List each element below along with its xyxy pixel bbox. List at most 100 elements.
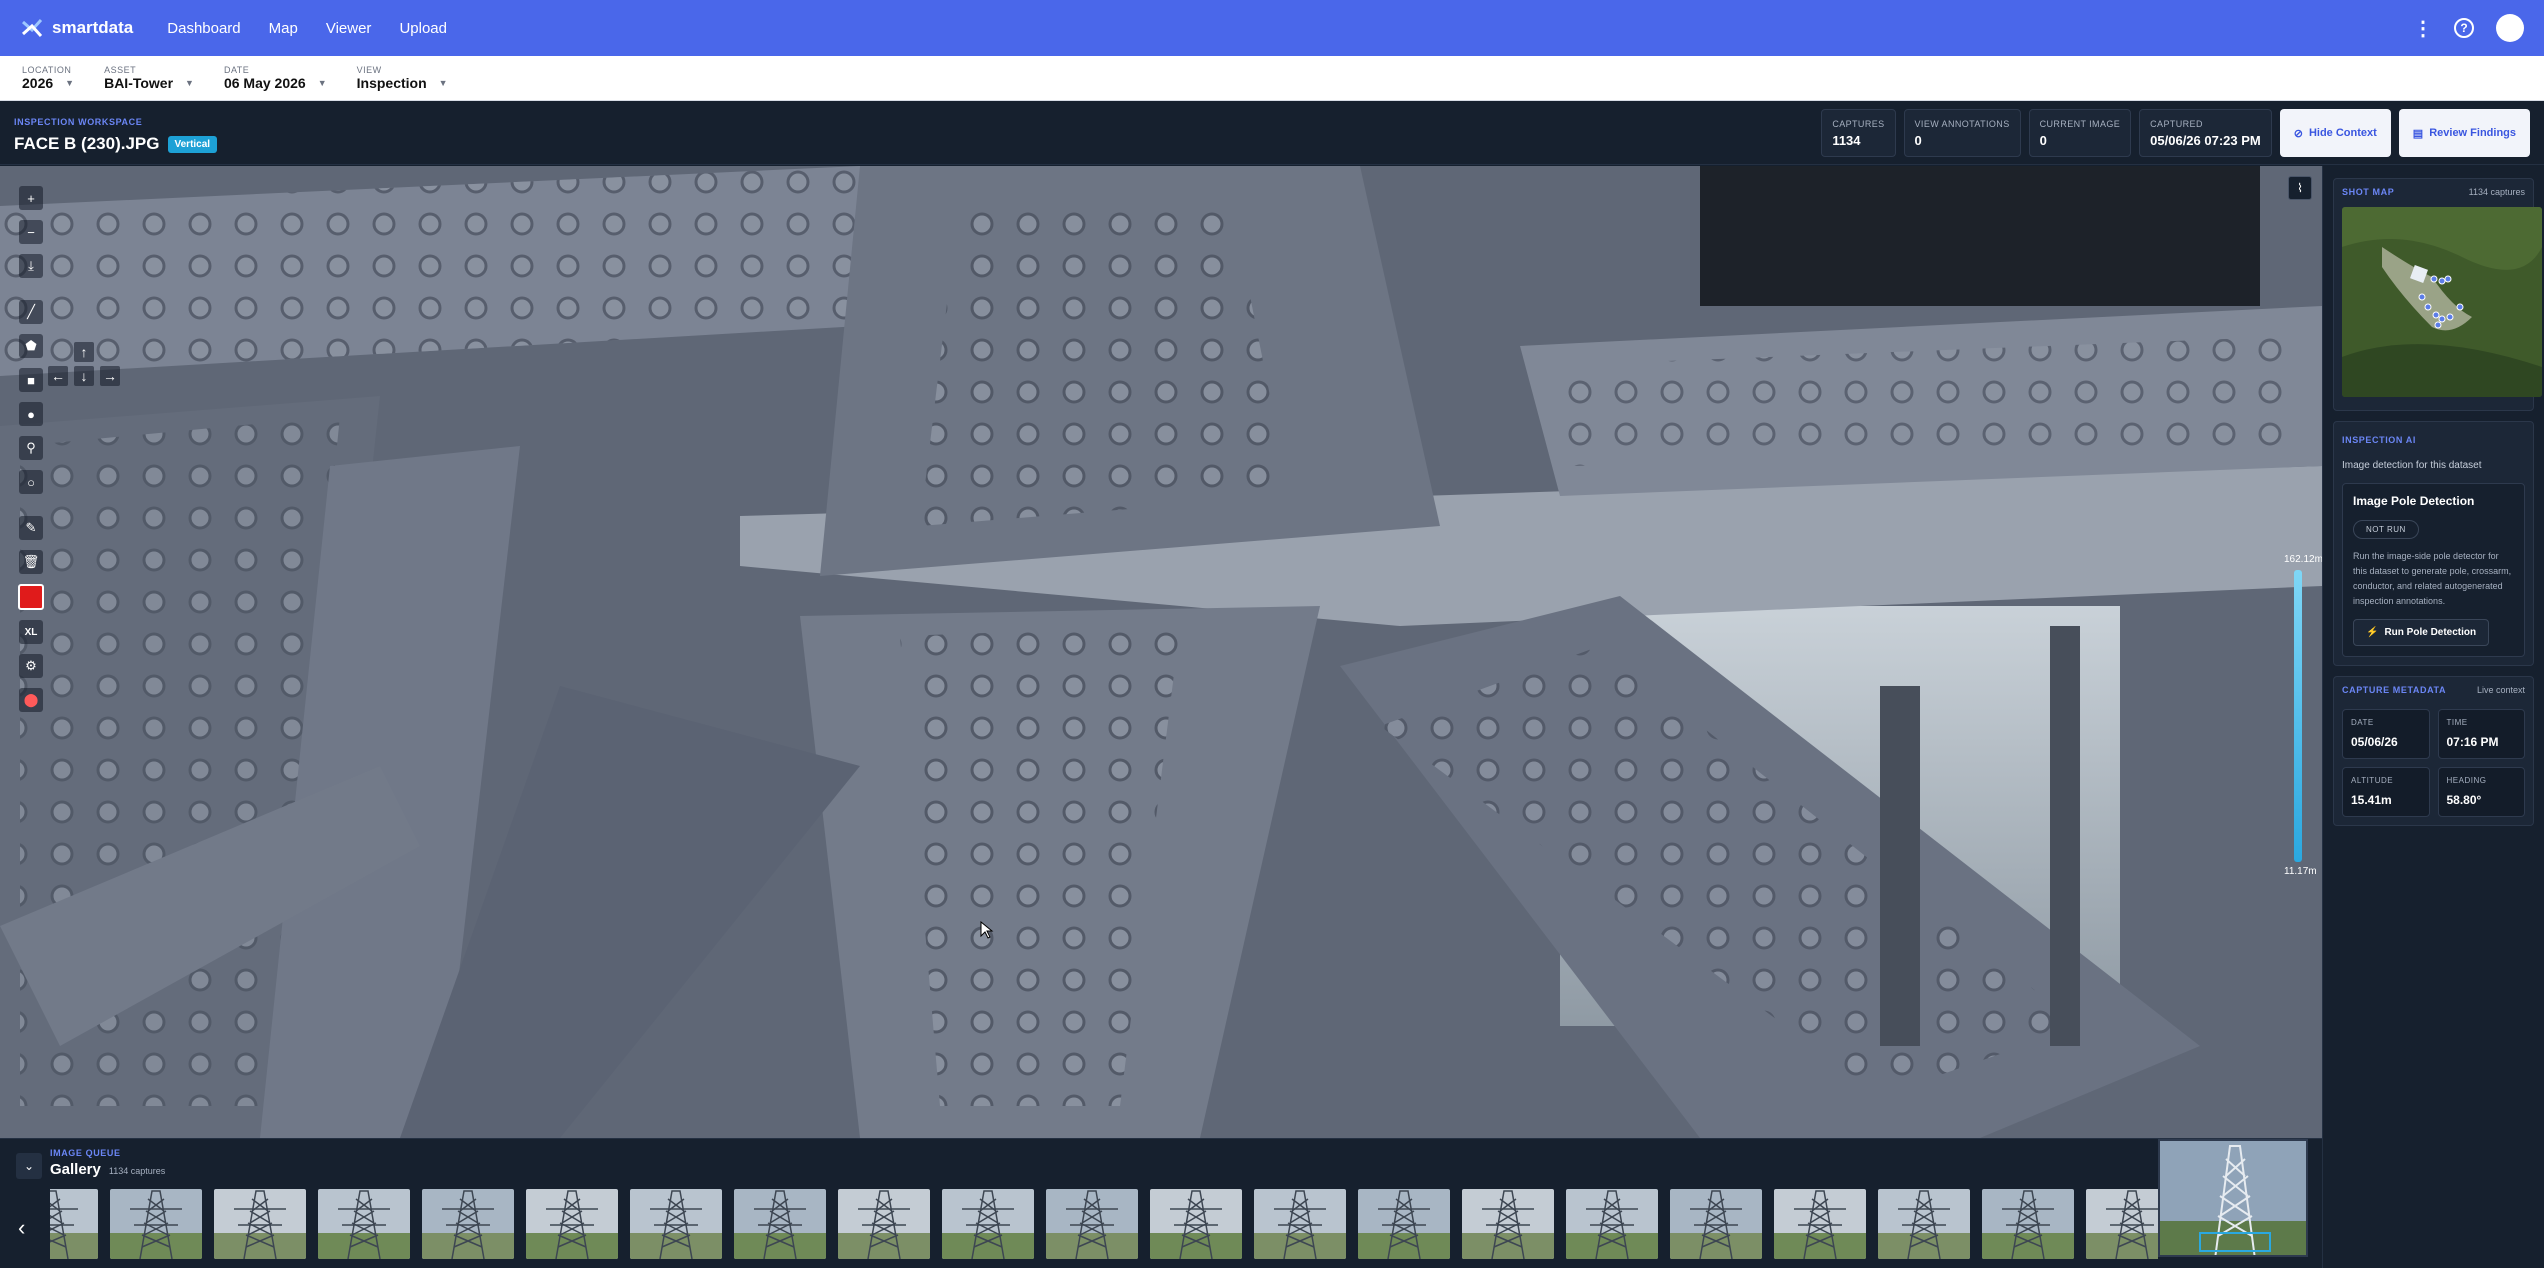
pan-right-icon[interactable]: → (100, 366, 120, 386)
tower-thumbnail (734, 1189, 826, 1259)
meta-value: 07:16 PM (2446, 735, 2499, 749)
rectangle-tool-icon[interactable]: ■ (19, 368, 43, 392)
pan-down-icon[interactable]: ↓ (74, 366, 94, 386)
point-tool-icon[interactable]: ● (19, 402, 43, 426)
gallery-thumbnail[interactable] (318, 1189, 410, 1259)
gallery-thumbnail[interactable] (1046, 1189, 1138, 1259)
workspace-header: INSPECTION WORKSPACE FACE B (230).JPG Ve… (0, 101, 2544, 165)
pan-controls: ↑ ← ↓ → (48, 342, 120, 390)
nav-viewer[interactable]: Viewer (326, 20, 372, 37)
view-filter[interactable]: VIEW Inspection ▼ (357, 65, 448, 91)
gallery-thumbnail[interactable] (1670, 1189, 1762, 1259)
gallery-thumbnail[interactable] (422, 1189, 514, 1259)
gallery-thumbnail[interactable] (1878, 1189, 1970, 1259)
stat-label: CAPTURED (2150, 118, 2203, 129)
gallery-title-text: Gallery (50, 1161, 101, 1178)
gallery-thumbnail[interactable] (1982, 1189, 2074, 1259)
gallery-thumbnail[interactable] (526, 1189, 618, 1259)
inspection-ai-title: INSPECTION AI (2342, 435, 2416, 445)
brand-name: smartdata (52, 18, 134, 37)
gallery-thumbnail[interactable] (734, 1189, 826, 1259)
chevron-down-icon: ▼ (438, 78, 448, 88)
capture-metadata-title: CAPTURE METADATA (2342, 685, 2447, 695)
date-filter[interactable]: DATE 06 May 2026 ▼ (224, 65, 327, 91)
meta-date: DATE 05/06/26 (2342, 709, 2430, 759)
image-filename: FACE B (230).JPG (14, 134, 160, 153)
nav-dashboard[interactable]: Dashboard (167, 20, 240, 37)
gallery-thumbnail[interactable] (1358, 1189, 1450, 1259)
gallery-thumbnail[interactable] (2086, 1189, 2158, 1259)
collapse-gallery-icon[interactable]: ⌄ (16, 1153, 42, 1179)
stat-value: 0 (1914, 132, 1922, 148)
context-panel: SHOT MAP 1134 captures INSPECTION AI Ima… (2322, 166, 2544, 1268)
gallery-thumbnail[interactable] (630, 1189, 722, 1259)
pin-tool-icon[interactable]: ⚲ (19, 436, 43, 460)
gallery-prev-icon[interactable]: ‹ (18, 1215, 25, 1241)
filter-value: 06 May 2026 (223, 75, 306, 91)
zoom-in-icon[interactable]: + (19, 186, 43, 210)
line-tool-icon[interactable]: ╱ (19, 300, 43, 324)
gallery-thumbnail[interactable] (50, 1189, 98, 1259)
pan-left-icon[interactable]: ← (48, 366, 68, 386)
tower-thumbnail (50, 1189, 98, 1259)
tower-thumbnail (1046, 1189, 1138, 1259)
gallery-thumbnail[interactable] (942, 1189, 1034, 1259)
circle-tool-icon[interactable]: ○ (19, 470, 43, 494)
zoom-out-icon[interactable]: − (19, 220, 43, 244)
gallery-count: 1134 captures (108, 1166, 166, 1176)
help-icon[interactable]: ? (2454, 18, 2474, 38)
gallery-thumbnail[interactable] (1462, 1189, 1554, 1259)
tower-thumbnail (1670, 1189, 1762, 1259)
size-selector[interactable]: XL (19, 620, 43, 644)
gallery-thumbnail[interactable] (110, 1189, 202, 1259)
shot-map-title: SHOT MAP (2342, 187, 2395, 197)
edit-icon[interactable]: ✎ (19, 516, 43, 540)
shot-map-count: 1134 captures (2468, 187, 2525, 197)
thumbnail-list (50, 1189, 2158, 1261)
tower-thumbnail (1150, 1189, 1242, 1259)
pole-detection-card: Image Pole Detection NOT RUN Run the ima… (2342, 483, 2525, 657)
tower-thumbnail (1462, 1189, 1554, 1259)
meta-heading: HEADING 58.80° (2437, 767, 2525, 817)
chart-icon[interactable]: ⌇ (2288, 176, 2312, 200)
download-icon[interactable]: ⤓ (19, 254, 43, 278)
altitude-scale-bar (2294, 570, 2302, 862)
page-title: FACE B (230).JPG Vertical (14, 134, 218, 154)
brand-logo[interactable]: smartdata (20, 16, 133, 40)
gallery-eyebrow: IMAGE QUEUE (50, 1148, 121, 1158)
image-viewer[interactable]: ↑ ← ↓ → + − ⤓ ╱ ⬟ ■ ● ⚲ ○ ✎ 🗑 XL ⚙ ⬤ ⌇ 1… (0, 166, 2322, 1138)
more-menu-icon[interactable]: ⋮ (2413, 16, 2433, 41)
pan-up-icon[interactable]: ↑ (74, 342, 94, 362)
gallery-thumbnail[interactable] (1566, 1189, 1658, 1259)
current-thumbnail[interactable] (2158, 1139, 2308, 1257)
nav-map[interactable]: Map (269, 20, 298, 37)
top-nav: smartdata Dashboard Map Viewer Upload ⋮ … (0, 0, 2544, 56)
shot-map-card: SHOT MAP 1134 captures (2333, 178, 2542, 411)
polygon-tool-icon[interactable]: ⬟ (19, 334, 43, 358)
review-findings-button[interactable]: ▤ Review Findings (2398, 109, 2530, 157)
gallery-thumbnail[interactable] (1150, 1189, 1242, 1259)
shot-map[interactable] (2342, 207, 2542, 397)
filter-label: ASSET (104, 65, 137, 75)
avatar[interactable] (2496, 14, 2524, 42)
meta-label: HEADING (2446, 776, 2487, 785)
stat-value: 0 (2039, 132, 2047, 148)
robot-icon[interactable]: ⚙ (19, 654, 43, 678)
location-marker-icon[interactable]: ⬤ (19, 688, 43, 712)
mouse-cursor-icon (980, 921, 994, 939)
gallery-thumbnail[interactable] (1774, 1189, 1866, 1259)
tower-thumbnail (214, 1189, 306, 1259)
gallery-thumbnail[interactable] (1254, 1189, 1346, 1259)
nav-upload[interactable]: Upload (399, 20, 447, 37)
gallery-thumbnail[interactable] (838, 1189, 930, 1259)
trash-icon[interactable]: 🗑 (19, 550, 43, 574)
scale-bottom-label: 11.17m (2284, 866, 2317, 877)
gallery-thumbnail[interactable] (214, 1189, 306, 1259)
color-swatch[interactable] (18, 584, 44, 610)
hide-context-button[interactable]: ⊘ Hide Context (2279, 109, 2391, 157)
location-filter[interactable]: LOCATION 2026 ▼ (22, 65, 74, 91)
asset-filter[interactable]: ASSET BAI-Tower ▼ (104, 65, 194, 91)
scale-top-label: 162.12m (2284, 554, 2322, 565)
meta-label: DATE (2351, 718, 2374, 727)
run-pole-detection-button[interactable]: ⚡ Run Pole Detection (2353, 619, 2490, 646)
